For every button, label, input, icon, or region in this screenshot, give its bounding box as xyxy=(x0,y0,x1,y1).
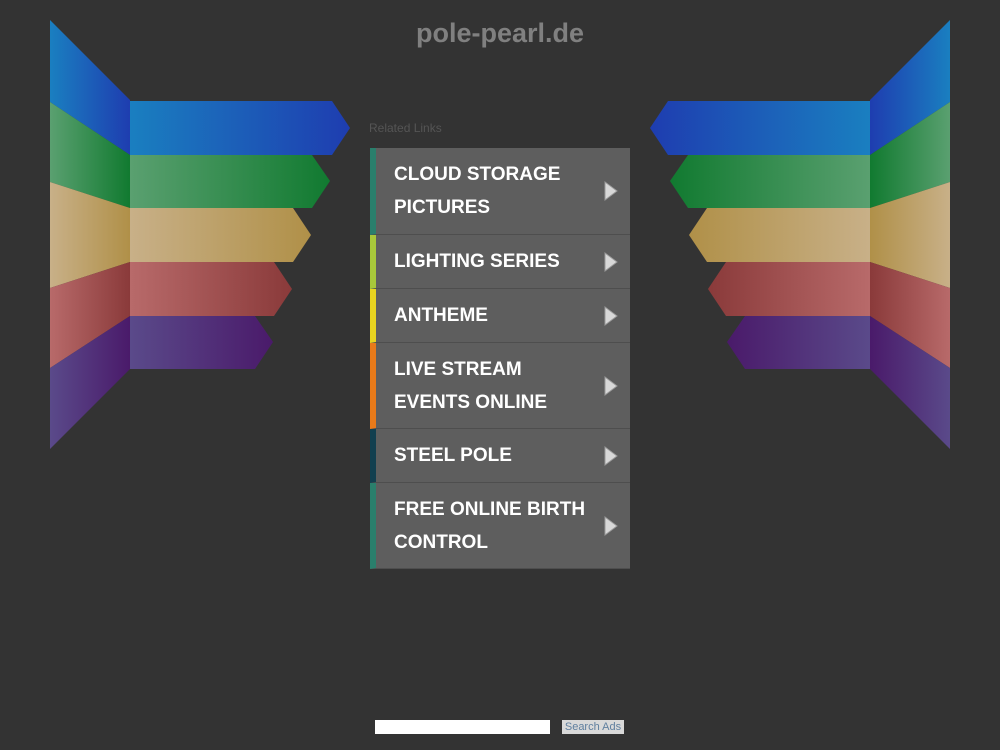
related-link-lighting-series[interactable]: LIGHTING SERIES xyxy=(370,235,630,289)
related-link-cloud-storage-pictures[interactable]: CLOUD STORAGE PICTURES xyxy=(370,148,630,235)
chevron-right-icon xyxy=(604,251,618,272)
site-title: pole-pearl.de xyxy=(415,18,585,48)
related-link-antheme[interactable]: ANTHEME xyxy=(370,289,630,343)
related-link-free-online-birth-control[interactable]: FREE ONLINE BIRTH CONTROL xyxy=(370,483,630,569)
search-input[interactable] xyxy=(375,720,550,734)
chevron-right-icon xyxy=(604,181,618,201)
related-link-label: LIGHTING SERIES xyxy=(394,251,560,272)
chevron-right-icon xyxy=(604,515,618,536)
search-ads-button[interactable]: Search Ads xyxy=(562,720,624,734)
related-link-label: CLOUD STORAGE PICTURES xyxy=(394,164,561,218)
related-link-steel-pole[interactable]: STEEL POLE xyxy=(370,429,630,483)
related-links-list: CLOUD STORAGE PICTURES LIGHTING SERIES A… xyxy=(370,148,630,569)
chevron-right-icon xyxy=(604,445,618,466)
related-link-label: LIVE STREAM EVENTS ONLINE xyxy=(394,358,548,413)
related-link-label: STEEL POLE xyxy=(394,445,512,466)
related-link-label: FREE ONLINE BIRTH CONTROL xyxy=(394,498,586,553)
related-link-label: ANTHEME xyxy=(394,305,488,326)
related-links-label: Related Links xyxy=(369,121,442,135)
chevron-right-icon xyxy=(604,375,618,396)
chevron-right-icon xyxy=(604,305,618,326)
related-link-live-stream-events-online[interactable]: LIVE STREAM EVENTS ONLINE xyxy=(370,343,630,429)
